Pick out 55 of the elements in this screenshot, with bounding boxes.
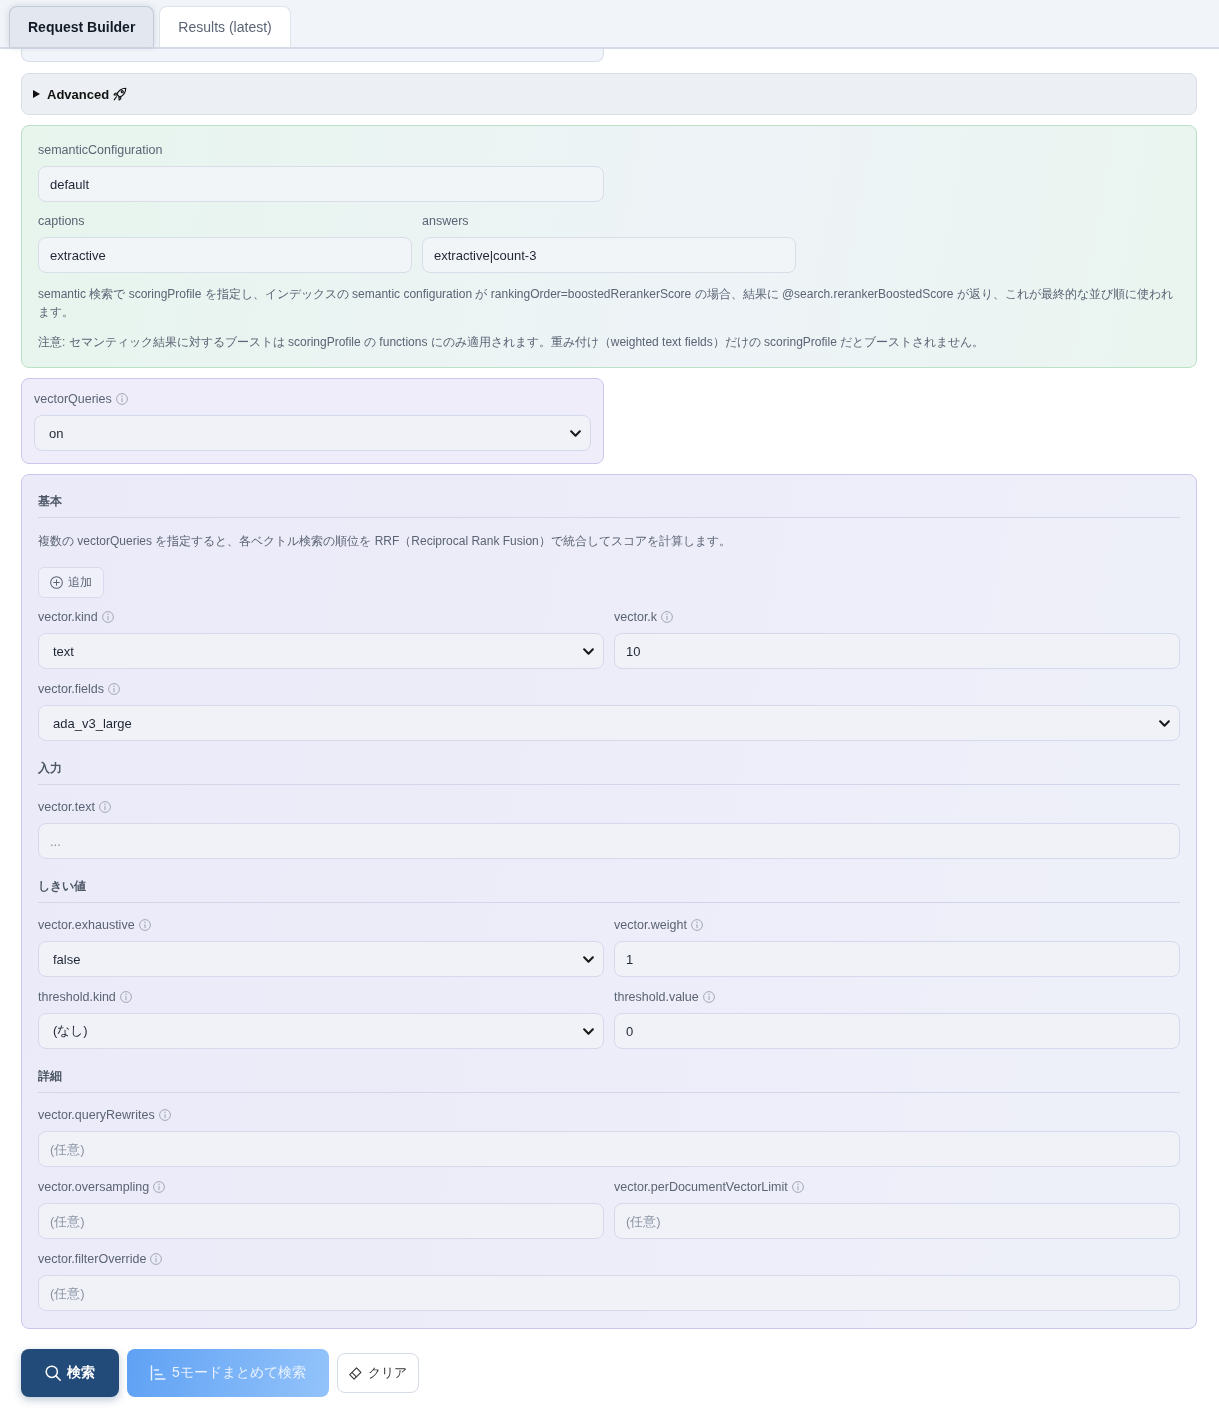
section-heading: 基本 — [38, 493, 63, 509]
section-heading: しきい値 — [38, 878, 87, 894]
field-label: vector.oversampling — [38, 1179, 150, 1195]
field-label: vector.text — [38, 799, 95, 815]
text-input[interactable]: (任意) — [614, 1203, 1180, 1239]
field-label: vector.weight — [614, 917, 687, 933]
advanced-section-header[interactable]: Advanced — [21, 73, 1197, 115]
help-text: 注意: セマンティック結果に対するブーストは scoringProfile の functions にのみ適用されます。重み付け（weighted text fields）だけの scoringProfile だとブーストされません。 — [38, 334, 986, 351]
section-heading: 入力 — [38, 760, 63, 776]
dropdown[interactable]: on — [34, 415, 591, 451]
chevron-down-icon — [570, 429, 581, 437]
field-label: semanticConfiguration — [38, 142, 163, 158]
field-label: threshold.kind — [38, 989, 116, 1005]
dropdown[interactable]: ada_v3_large — [38, 705, 1180, 741]
chevron-down-icon — [583, 1027, 594, 1035]
clear-button[interactable]: クリア — [336, 1353, 419, 1393]
text-input[interactable]: (任意) — [38, 1203, 604, 1239]
field-label: vector.k — [614, 609, 658, 625]
chevron-down-icon — [583, 647, 594, 655]
rocket-icon — [113, 87, 128, 101]
search-button[interactable]: 検索 — [21, 1349, 119, 1397]
help-text: 複数の vectorQueries を指定すると、各ベクトル検索の順位を RRF（Reciprocal Rank Fusion）で統合してスコアを計算します。 — [38, 533, 732, 550]
text-input[interactable]: extractive|count-3 — [422, 237, 796, 273]
field-label: threshold.value — [614, 989, 699, 1005]
field-label: vectorQueries — [34, 391, 112, 407]
text-input[interactable]: extractive — [38, 237, 412, 273]
text-input[interactable]: ... — [38, 823, 1180, 859]
field-label: vector.queryRewrites — [38, 1107, 155, 1123]
text-input[interactable]: 1 — [614, 941, 1180, 977]
tab[interactable]: Request Builder — [9, 6, 155, 47]
field-label: vector.kind — [38, 609, 98, 625]
help-text: semantic 検索で scoringProfile を指定し、インデックスの semantic configuration が rankingOrder=boostedRerankerScore の場合、結果に @search.rerankerBoostedScore が返り、これが最終的な並び順に使われます。 — [38, 286, 1174, 321]
field-label: answers — [422, 213, 469, 229]
dropdown[interactable]: text — [38, 633, 604, 669]
field-label: vector.filterOverride — [38, 1251, 147, 1267]
chevron-down-icon — [1159, 719, 1170, 727]
field-label: captions — [38, 213, 85, 229]
search-icon — [45, 1365, 61, 1381]
section-heading: 詳細 — [38, 1068, 63, 1084]
dropdown[interactable]: (なし) — [38, 1013, 604, 1049]
add-button[interactable]: 追加 — [38, 567, 104, 598]
text-input[interactable]: (任意) — [38, 1275, 1180, 1311]
plus-circle-icon — [50, 576, 63, 589]
field-label: vector.fields — [38, 681, 104, 697]
chevron-down-icon — [583, 955, 594, 963]
text-input[interactable]: default — [38, 166, 604, 202]
field-label: vector.exhaustive — [38, 917, 135, 933]
dropdown[interactable]: false — [38, 941, 604, 977]
tab[interactable]: Results (latest) — [159, 6, 291, 47]
field-label: vector.perDocumentVectorLimit — [614, 1179, 788, 1195]
eraser-icon — [348, 1366, 362, 1380]
text-input[interactable]: 0 — [614, 1013, 1180, 1049]
list-icon — [150, 1365, 166, 1381]
text-input[interactable]: (任意) — [38, 1131, 1180, 1167]
text-input[interactable]: 10 — [614, 633, 1180, 669]
